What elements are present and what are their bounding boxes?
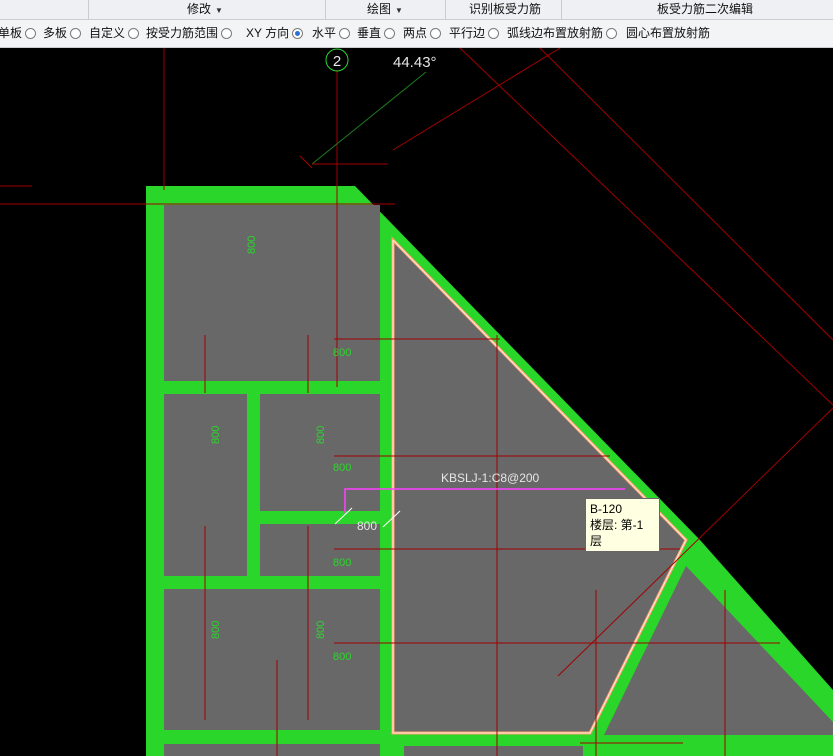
rebar-label: KBSLJ-1:C8@200 bbox=[441, 471, 540, 485]
dimension-value: 800 bbox=[357, 519, 377, 533]
radio-button[interactable] bbox=[339, 28, 351, 39]
option-parallel-edge[interactable]: 平行边 bbox=[449, 20, 500, 47]
option-label: 圆心布置放射筋 bbox=[626, 26, 711, 40]
slab-panel[interactable] bbox=[164, 744, 380, 756]
radio-button[interactable] bbox=[606, 28, 618, 39]
angle-guide-line bbox=[311, 71, 427, 165]
tooltip-floor: 楼层: 第-1层 bbox=[590, 518, 644, 548]
secondary-edit-button[interactable]: 板受力筋二次编辑 bbox=[620, 0, 790, 19]
option-horizontal[interactable]: 水平 bbox=[312, 20, 351, 47]
dim-label: 800 bbox=[246, 236, 258, 254]
recognize-slab-rebar-label: 识别板受力筋 bbox=[468, 2, 541, 16]
option-label: 自定义 bbox=[89, 26, 126, 40]
radio-button[interactable] bbox=[430, 28, 442, 39]
option-label: 两点 bbox=[403, 26, 428, 40]
draw-menu-label: 绘图 bbox=[367, 2, 392, 16]
dim-label: 800 bbox=[210, 426, 222, 444]
angle-readout: 44.43° bbox=[393, 54, 437, 71]
option-vertical[interactable]: 垂直 bbox=[357, 20, 396, 47]
secondary-edit-label: 板受力筋二次编辑 bbox=[656, 2, 753, 16]
menu-separator bbox=[88, 0, 89, 19]
options-bar: 单板 多板 自定义 按受力筋范围 XY 方向 水平 垂直 两点 平行边 弧线边布… bbox=[0, 20, 833, 48]
menu-separator bbox=[325, 0, 326, 19]
slab-panel[interactable] bbox=[404, 746, 583, 756]
radio-button[interactable] bbox=[292, 28, 304, 39]
modify-menu[interactable]: 修改 ▼ bbox=[150, 0, 260, 19]
radio-button[interactable] bbox=[25, 28, 37, 39]
option-by-rebar-range[interactable]: 按受力筋范围 bbox=[146, 20, 233, 47]
option-multi-slab[interactable]: 多板 bbox=[43, 20, 82, 47]
option-label: 按受力筋范围 bbox=[146, 26, 219, 40]
dim-label: 800 bbox=[333, 557, 351, 569]
option-xy-direction[interactable]: XY 方向 bbox=[246, 20, 304, 47]
draw-menu[interactable]: 绘图 ▼ bbox=[330, 0, 440, 19]
modify-menu-label: 修改 bbox=[187, 2, 212, 16]
radio-button[interactable] bbox=[221, 28, 233, 39]
menu-separator bbox=[561, 0, 562, 19]
dim-label: 800 bbox=[315, 621, 327, 639]
option-label: 多板 bbox=[43, 26, 68, 40]
recognize-slab-rebar-button[interactable]: 识别板受力筋 bbox=[450, 0, 560, 19]
dim-label: 800 bbox=[315, 426, 327, 444]
option-single-slab[interactable]: 单板 bbox=[0, 20, 37, 47]
option-label: 垂直 bbox=[357, 26, 382, 40]
dim-label: 800 bbox=[333, 651, 351, 663]
option-label: 平行边 bbox=[449, 26, 486, 40]
chevron-down-icon: ▼ bbox=[395, 6, 403, 15]
menu-bar: 修改 ▼ 绘图 ▼ 识别板受力筋 板受力筋二次编辑 bbox=[0, 0, 833, 20]
drawing-canvas[interactable]: 2 44.43° KBSLJ-1:C8@200 800 800 800 800 … bbox=[0, 48, 833, 756]
option-label: XY 方向 bbox=[246, 26, 290, 40]
option-arc-edge-radial[interactable]: 弧线边布置放射筋 bbox=[507, 20, 618, 47]
dim-label: 800 bbox=[333, 347, 351, 359]
radio-button[interactable] bbox=[488, 28, 500, 39]
menu-separator bbox=[445, 0, 446, 19]
option-label: 水平 bbox=[312, 26, 337, 40]
dim-label: 800 bbox=[210, 621, 222, 639]
option-center-radial[interactable]: 圆心布置放射筋 bbox=[626, 20, 710, 47]
option-custom[interactable]: 自定义 bbox=[89, 20, 140, 47]
radio-button[interactable] bbox=[70, 28, 82, 39]
slab-panel[interactable] bbox=[260, 394, 380, 511]
option-label: 弧线边布置放射筋 bbox=[507, 26, 604, 40]
option-two-points[interactable]: 两点 bbox=[403, 20, 442, 47]
tooltip-slab-name: B-120 bbox=[590, 502, 623, 516]
option-label: 单板 bbox=[0, 26, 23, 40]
slab-tooltip: B-120 楼层: 第-1层 bbox=[585, 498, 660, 552]
radio-button[interactable] bbox=[384, 28, 396, 39]
chevron-down-icon: ▼ bbox=[215, 6, 223, 15]
axis-number: 2 bbox=[333, 53, 341, 70]
radio-button[interactable] bbox=[128, 28, 140, 39]
dim-label: 800 bbox=[333, 462, 351, 474]
